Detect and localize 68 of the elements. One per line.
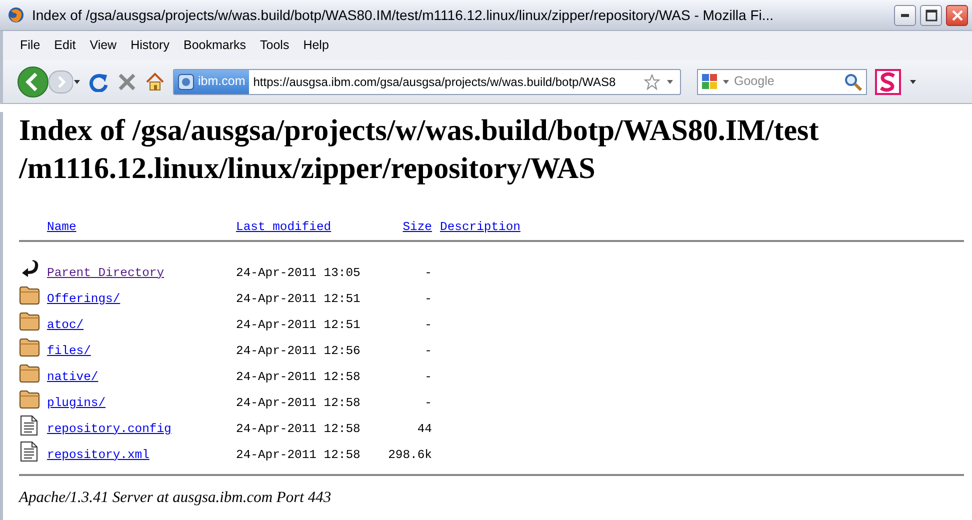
file-size: - [424,342,432,360]
folder-icon [19,362,40,384]
file-size: - [424,394,432,412]
file-link[interactable]: repository.xml [47,446,150,464]
home-icon[interactable] [145,72,165,92]
column-header-link[interactable]: Name [47,218,76,236]
modified-date: 24-Apr-2011 12:58 [236,368,362,386]
address-bar[interactable]: ibm.com https://ausgsa.ibm.com/gsa/ausgsa/projects/w/was.build/botp/WAS8 [173,68,681,94]
file-link[interactable]: atoc/ [47,316,84,334]
menu-item[interactable]: Help [296,36,336,55]
column-header-link[interactable]: Last modified [236,218,332,236]
modified-date: 24-Apr-2011 13:05 [236,264,362,282]
column-header-link[interactable]: Size [402,218,432,236]
file-link[interactable]: files/ [47,342,91,360]
minimize-button[interactable] [894,4,916,26]
folder-icon [19,388,40,410]
menu-item[interactable]: Tools [253,36,296,55]
file-size: 298.6k [387,446,432,464]
file-link[interactable]: Parent Directory [47,264,164,282]
caret-icon[interactable] [722,78,730,84]
menu-item[interactable]: Bookmarks [176,36,254,55]
file-size: - [424,316,432,334]
file-size: - [424,264,432,282]
document-icon [19,414,40,436]
modified-date: 24-Apr-2011 12:56 [236,342,362,360]
close-button[interactable] [946,4,968,26]
minimize-icon [901,14,909,18]
caret-icon[interactable] [73,78,81,84]
document-icon [19,440,40,462]
file-size: 44 [416,420,432,438]
folder-icon [19,284,40,306]
stop-icon[interactable] [117,72,137,92]
file-link[interactable]: native/ [47,368,98,386]
menu-item[interactable]: File [13,36,48,55]
window-title: Index of /gsa/ausgsa/projects/w/was.build/botp/WAS80.IM/test/m1116.12.linux/linux/zipper/repository/WAS - Mozilla Fi... [32,6,775,25]
modified-date: 24-Apr-2011 12:58 [236,446,362,464]
maximize-icon [924,9,938,22]
folder-icon [19,310,40,332]
modified-date: 24-Apr-2011 12:58 [236,394,362,412]
url-text: https://ausgsa.ibm.com/gsa/ausgsa/projects/w/was.build/botp/WAS8 [252,74,617,90]
file-size: - [424,368,432,386]
file-link[interactable]: Offerings/ [47,290,120,308]
caret-icon[interactable] [666,78,674,84]
server-signature: Apache/1.3.41 Server at ausgsa.ibm.com Port 443 [19,488,332,508]
column-header-link[interactable]: Description [440,218,520,236]
caret-icon[interactable] [909,78,917,84]
menu-item[interactable]: View [82,36,124,55]
extension-icon[interactable] [875,68,901,94]
browser-logo-icon [8,7,24,23]
file-size: - [424,290,432,308]
menu-item[interactable]: History [124,36,176,55]
reload-icon[interactable] [89,72,109,92]
site-badge-icon [178,74,194,90]
close-icon [950,9,964,22]
page-heading: Index of /gsa/ausgsa/projects/w/was.build/botp/WAS80.IM/test/m1116.12.linux/linux/zipper/repository/WAS [19,113,820,187]
back-button[interactable] [17,66,49,98]
folder-icon [19,336,40,358]
file-link[interactable]: repository.config [47,420,172,438]
modified-date: 24-Apr-2011 12:58 [236,420,362,438]
bookmark-star-icon[interactable] [644,74,660,90]
modified-date: 24-Apr-2011 12:51 [236,316,362,334]
search-engine-icon[interactable] [701,73,718,90]
maximize-button[interactable] [920,4,942,26]
file-link[interactable]: plugins/ [47,394,106,412]
search-icon[interactable] [844,72,862,90]
menu-item[interactable]: Edit [47,36,83,55]
search-bar[interactable]: Google [697,68,867,94]
modified-date: 24-Apr-2011 12:51 [236,290,362,308]
